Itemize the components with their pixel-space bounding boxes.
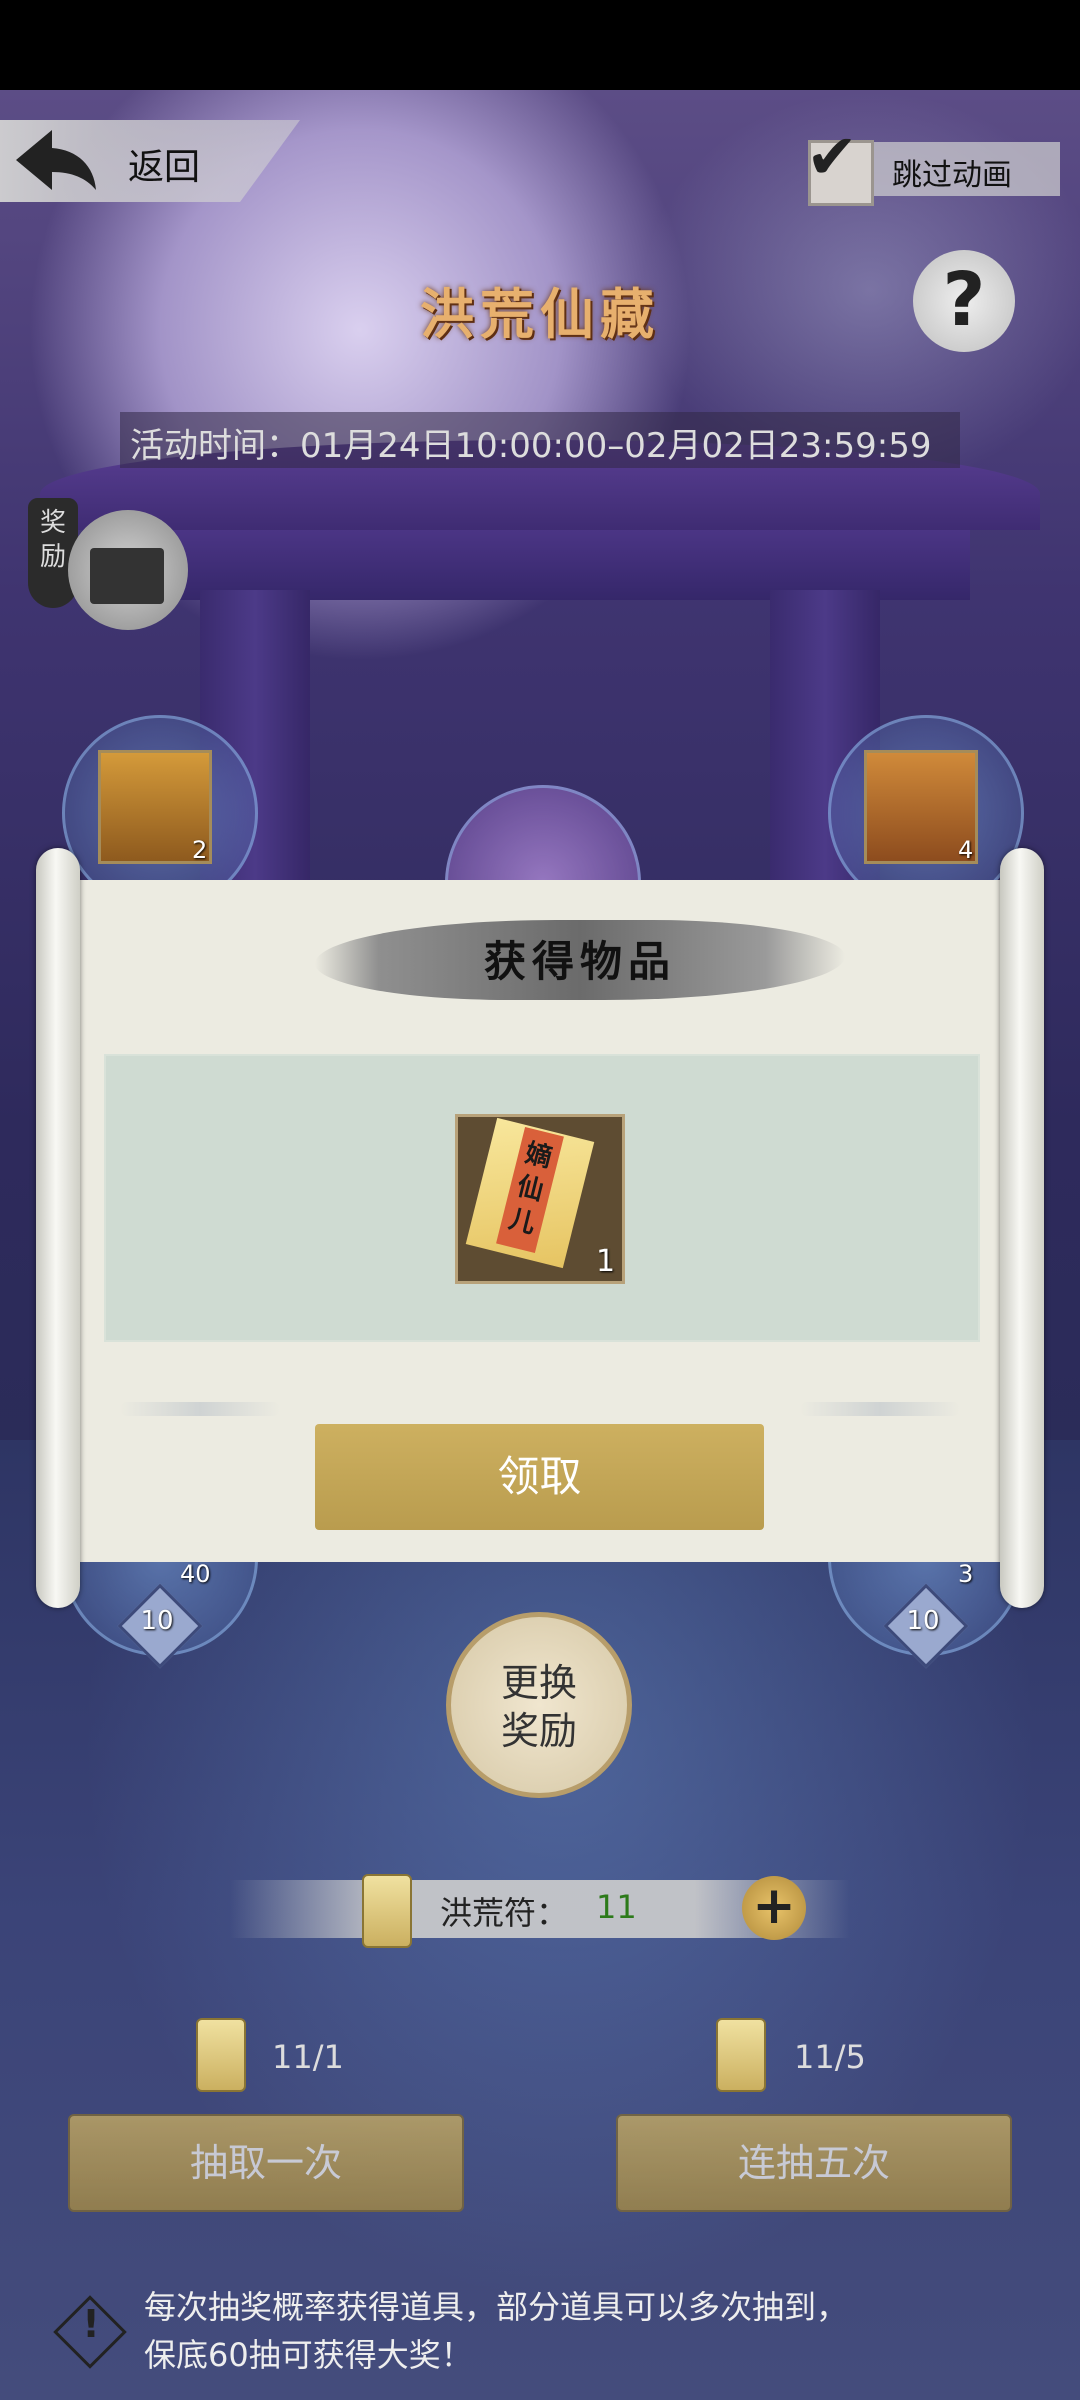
draw-five-button[interactable]: 连抽五次 <box>616 2114 1012 2212</box>
back-arrow-icon[interactable] <box>12 126 102 196</box>
event-title: 洪荒仙藏 <box>420 282 660 346</box>
event-time: 活动时间：01月24日10:00:00–02月02日23:59:59 <box>130 426 932 466</box>
status-bar <box>0 0 1080 90</box>
item-count: 1 <box>596 1244 616 1279</box>
tier-number: 10 <box>140 1606 174 1636</box>
dialog-title: 获得物品 <box>483 937 676 986</box>
slot-count: 3 <box>958 1560 974 1588</box>
add-currency-button[interactable]: + <box>742 1876 806 1940</box>
gift-icon <box>90 548 164 604</box>
tier-number: 10 <box>906 1606 940 1636</box>
notice-line-2: 保底60抽可获得大奖！ <box>144 2336 473 2374</box>
scroll-rod-right <box>1000 848 1044 1608</box>
slot-count: 2 <box>192 836 208 864</box>
draw-five-ratio: 11/5 <box>794 2038 866 2076</box>
warning-icon-mark: ! <box>82 2302 100 2346</box>
event-title-banner: 洪荒仙藏 <box>290 270 790 370</box>
draw-once-button[interactable]: 抽取一次 <box>68 2114 464 2212</box>
slot-count: 4 <box>958 836 974 864</box>
cloud-divider-right <box>800 1402 960 1416</box>
change-reward-button[interactable]: 更换 奖励 <box>446 1612 632 1798</box>
scroll-rod-left <box>36 848 80 1608</box>
draw-once-ratio: 11/1 <box>272 2038 344 2076</box>
honghuang-talisman-icon <box>716 2018 766 2092</box>
reward-tag-label: 奖励 <box>39 508 66 572</box>
honghuang-talisman-icon <box>362 1874 412 1948</box>
claim-button[interactable]: 领取 <box>315 1424 764 1530</box>
check-icon: ✔ <box>806 120 858 193</box>
currency-label: 洪荒符： <box>440 1894 569 1932</box>
help-button[interactable]: ? <box>913 250 1015 352</box>
change-reward-label: 更换 奖励 <box>500 1661 577 1753</box>
honghuang-talisman-icon <box>196 2018 246 2092</box>
slot-count: 40 <box>180 1560 211 1588</box>
notice-line-1: 每次抽奖概率获得道具，部分道具可以多次抽到， <box>144 2288 849 2326</box>
back-label[interactable]: 返回 <box>128 138 200 190</box>
skip-animation-label[interactable]: 跳过动画 <box>892 150 1012 194</box>
cloud-divider-left <box>120 1402 280 1416</box>
currency-value: 11 <box>596 1888 637 1926</box>
